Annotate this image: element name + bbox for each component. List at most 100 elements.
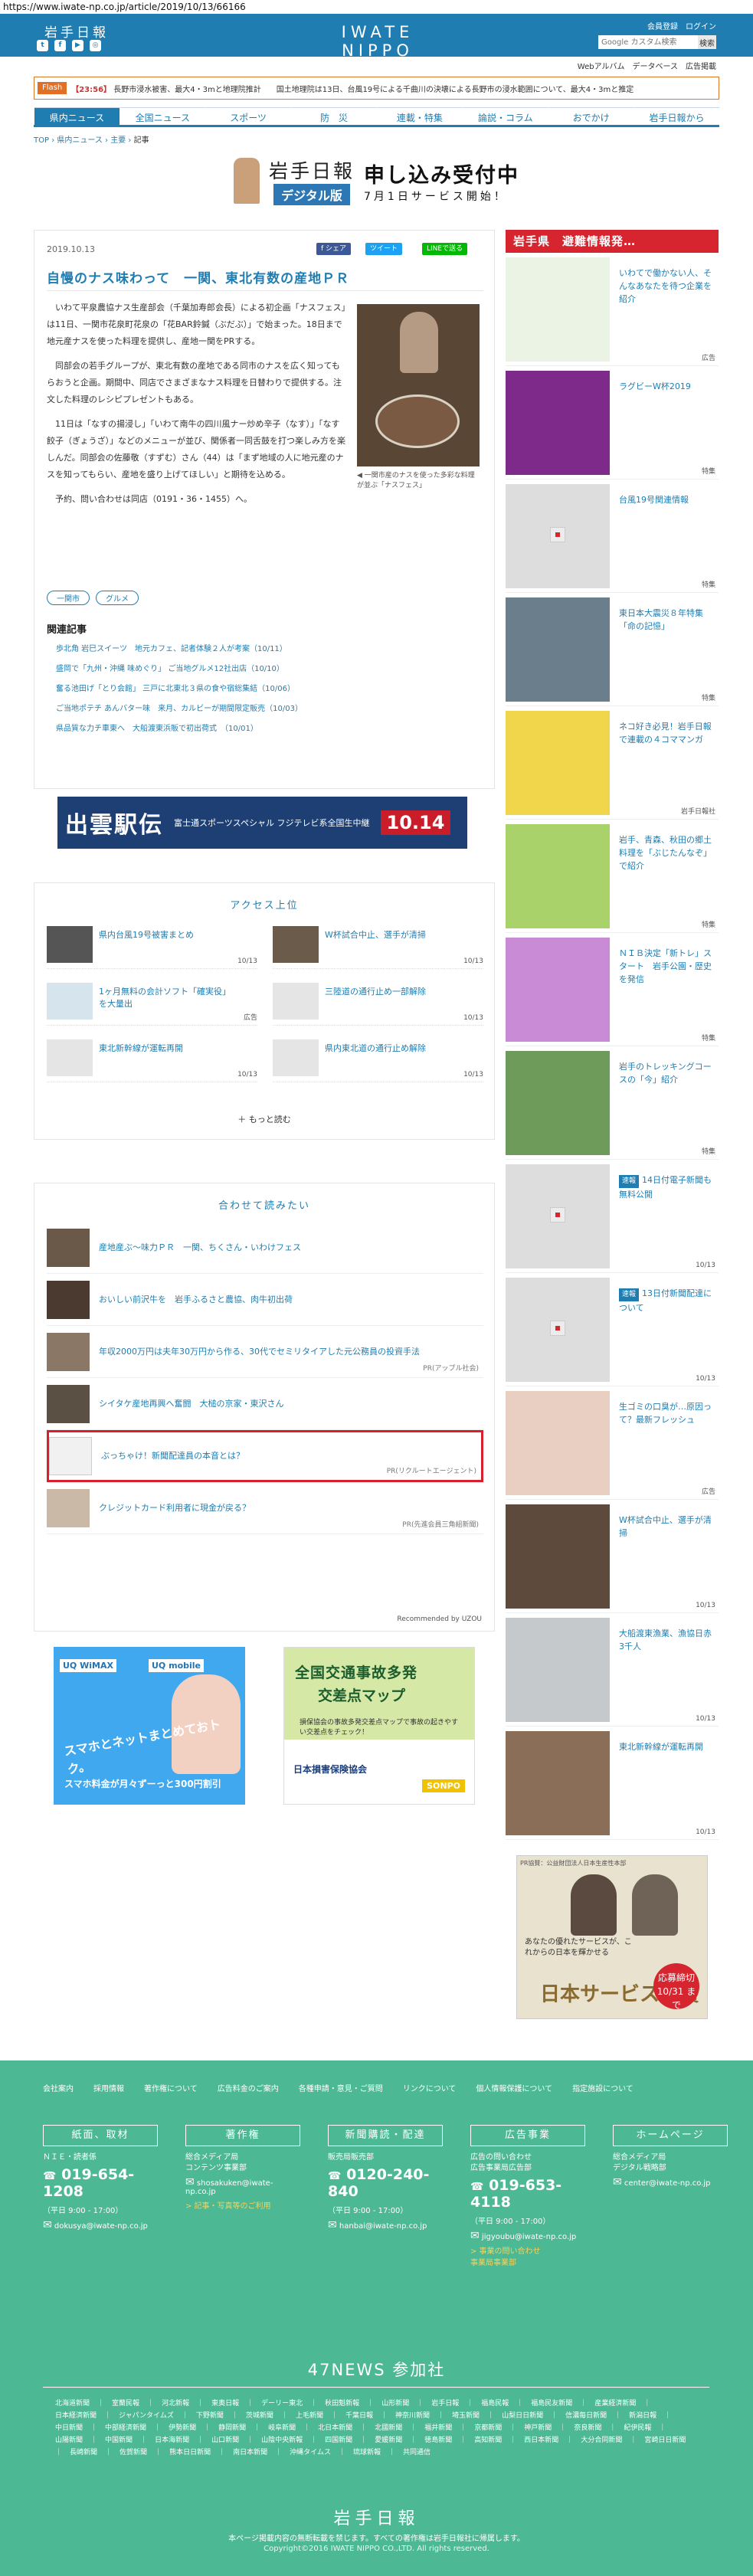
flash-news-ticker[interactable]: Flash 【23:56】 長野市浸水被害、最大4・3mと地理院推計 国土地理院…: [34, 77, 719, 100]
partner-paper-link[interactable]: 宮崎日日新聞: [644, 2434, 686, 2447]
partner-paper-link[interactable]: デーリー東北: [261, 2398, 303, 2410]
contact-mail[interactable]: jigyoubu@iwate-np.co.jp: [482, 2233, 576, 2241]
breadcrumb-main[interactable]: 主要: [110, 136, 126, 145]
youtube-icon[interactable]: ▶: [72, 40, 83, 51]
partner-paper-link[interactable]: 山梨日日新聞: [502, 2410, 543, 2422]
contact-subscription-button[interactable]: 新聞購読・配達: [328, 2125, 443, 2146]
partner-paper-link[interactable]: 西日本新聞: [524, 2434, 558, 2447]
partner-paper-link[interactable]: 静岡新聞: [218, 2422, 246, 2434]
partner-paper-link[interactable]: 神戸新聞: [524, 2422, 552, 2434]
partner-paper-link[interactable]: 琉球新報: [353, 2447, 381, 2459]
partner-paper-link[interactable]: 神奈川新聞: [395, 2410, 430, 2422]
footer-link[interactable]: 各種申請・意見・ご質問: [299, 2082, 383, 2093]
partner-paper-link[interactable]: 日本海新聞: [155, 2434, 189, 2447]
traffic-map-ad[interactable]: 全国交通事故多発 交差点マップ 損保協会の事故多発交差点マップで事故の起きやすい…: [283, 1647, 475, 1805]
partner-paper-link[interactable]: 新潟日報: [629, 2410, 656, 2422]
uzou-credit[interactable]: Recommended by UZOU: [397, 1615, 482, 1623]
partner-paper-link[interactable]: 福島民報: [481, 2398, 509, 2410]
sidebar-item[interactable]: ネコ好き必見！岩手日報で連載の４コママンガ 岩手日報社: [506, 706, 719, 820]
footer-link[interactable]: 採用情報: [93, 2082, 124, 2093]
partner-paper-link[interactable]: 岩手日報: [431, 2398, 459, 2410]
digital-edition-banner[interactable]: 岩手日報 デジタル版 申し込み受付中 7月1日サービス開始！: [161, 152, 592, 210]
partner-paper-link[interactable]: 山陰中央新報: [261, 2434, 303, 2447]
brand-name[interactable]: IWATE NIPPO: [301, 23, 454, 60]
search-button[interactable]: 検索: [698, 35, 716, 49]
contact-tel[interactable]: 019-653-4118: [470, 2177, 561, 2211]
partner-paper-link[interactable]: 中部経済新聞: [105, 2422, 146, 2434]
related-item[interactable]: 盛岡で「九州・沖縄 味めぐり」 ご当地グルメ12社出店（10/10）: [47, 660, 303, 679]
footer-link[interactable]: リンクについて: [403, 2082, 457, 2093]
copyright-usage-link[interactable]: > 記事・写真等のご利用: [185, 2199, 300, 2211]
sidebar-item[interactable]: 大船渡東漁業、漁協日赤3千人 10/13: [506, 1613, 719, 1727]
contact-copyright-button[interactable]: 著作権: [185, 2125, 300, 2146]
ranking-item[interactable]: 三陸道の通行止め一部解除 10/13: [273, 983, 483, 1026]
events-contact-link[interactable]: > 事業の問い合わせ 事業局事業部: [470, 2244, 585, 2267]
partner-paper-link[interactable]: 愛媛新聞: [375, 2434, 402, 2447]
partner-paper-link[interactable]: 南日本新聞: [233, 2447, 267, 2459]
partner-paper-link[interactable]: 信濃毎日新聞: [565, 2410, 607, 2422]
recommend-item[interactable]: おいしい前沢牛を 岩手ふるさと農協、肉牛初出荷: [47, 1274, 483, 1326]
partner-paper-link[interactable]: 茨城新聞: [246, 2410, 273, 2422]
partner-paper-link[interactable]: 高知新聞: [474, 2434, 502, 2447]
footer-logo[interactable]: 岩手日報: [0, 2505, 753, 2529]
sidebar-item[interactable]: ラグビーW杯2019 特集: [506, 366, 719, 480]
sidebar-item[interactable]: 岩手、青森、秋田の郷土料理を「ぶじたんなぞ」で紹介 特集: [506, 820, 719, 933]
nav-outing[interactable]: おでかけ: [548, 107, 634, 125]
sidebar-item[interactable]: W杯試合中止、選手が清掃 10/13: [506, 1500, 719, 1613]
partner-paper-link[interactable]: 産業経済新聞: [594, 2398, 636, 2410]
sidebar-item[interactable]: 速報 14日付電子新聞も無料公開 10/13: [506, 1160, 719, 1273]
facebook-icon[interactable]: f: [54, 40, 66, 51]
web-album-link[interactable]: Webアルバム: [578, 60, 625, 71]
contact-ad-button[interactable]: 広告事業: [470, 2125, 585, 2146]
partner-paper-link[interactable]: 四国新聞: [325, 2434, 352, 2447]
partner-paper-link[interactable]: 北日本新聞: [318, 2422, 352, 2434]
flash-text[interactable]: 【23:56】 長野市浸水被害、最大4・3mと地理院推計 国土地理院は13日、台…: [71, 83, 634, 94]
partner-paper-link[interactable]: 下野新聞: [196, 2410, 224, 2422]
recommend-item[interactable]: シイタケ産地再興へ奮闘 大槌の京家・東沢さん: [47, 1378, 483, 1430]
partner-paper-link[interactable]: 紀伊民報: [624, 2422, 651, 2434]
related-item[interactable]: 歩北角 岩巳スイーツ 地元カフェ、記者体験２人が考案（10/11）: [47, 640, 303, 660]
ranking-item[interactable]: W杯試合中止、選手が清掃 10/13: [273, 926, 483, 969]
related-item[interactable]: 奮る池田げ「とり会館」 三戸に北東北３県の食や宿総集結（10/06）: [47, 679, 303, 699]
sidebar-item[interactable]: 速報 13日付新聞配達について 10/13: [506, 1273, 719, 1386]
footer-link[interactable]: 会社案内: [43, 2082, 74, 2093]
read-more-button[interactable]: ＋ もっと読む: [34, 1113, 494, 1125]
partner-paper-link[interactable]: 徳島新聞: [424, 2434, 452, 2447]
partner-paper-link[interactable]: 山口新聞: [211, 2434, 239, 2447]
sidebar-item[interactable]: 生ゴミの口臭が…原因って？最新フレッシュ 広告: [506, 1386, 719, 1500]
nav-editorial[interactable]: 論説・コラム: [462, 107, 548, 125]
partner-paper-link[interactable]: 福島民友新聞: [531, 2398, 572, 2410]
partner-paper-link[interactable]: 長崎新聞: [70, 2447, 97, 2459]
sidebar-item[interactable]: いわてで働かない人、そんなあなたを待つ企業を紹介 広告: [506, 253, 719, 366]
contact-editorial-button[interactable]: 紙面、取材: [43, 2125, 158, 2146]
partner-paper-link[interactable]: 中国新聞: [105, 2434, 133, 2447]
nav-disaster[interactable]: 防 災: [290, 107, 377, 125]
sidebar-item[interactable]: 台風19号関連情報 特集: [506, 480, 719, 593]
partner-paper-link[interactable]: 福井新聞: [424, 2422, 452, 2434]
database-link[interactable]: データベース: [633, 60, 679, 71]
partner-paper-link[interactable]: 大分合同新聞: [581, 2434, 622, 2447]
nav-from-iwate-nippo[interactable]: 岩手日報から: [634, 107, 719, 125]
ekiden-banner[interactable]: 出雲駅伝 富士通スポーツスペシャル フジテレビ系全国生中継 10.14: [57, 797, 467, 849]
ranking-item[interactable]: 県内東北道の通行止め解除 10/13: [273, 1039, 483, 1082]
ranking-item[interactable]: 県内台風19号被害まとめ 10/13: [47, 926, 257, 969]
register-link[interactable]: 会員登録: [647, 20, 678, 31]
partner-paper-link[interactable]: 東奥日報: [211, 2398, 239, 2410]
breadcrumb-local[interactable]: 県内ニュース: [57, 136, 103, 145]
partner-paper-link[interactable]: 上毛新聞: [296, 2410, 323, 2422]
footer-link[interactable]: 広告料金のご案内: [218, 2082, 279, 2093]
tag-ichinoseki[interactable]: 一関市: [47, 591, 90, 605]
instagram-icon[interactable]: ◎: [90, 40, 101, 51]
service-award-ad[interactable]: PR協賛：公益財団法人日本生産性本部 あなたの優れたサービスが、これからの日本を…: [516, 1855, 708, 2019]
evacuation-info-header[interactable]: 岩手県 避難情報発…: [506, 230, 719, 253]
partner-paper-link[interactable]: 中日新聞: [55, 2422, 83, 2434]
sidebar-item[interactable]: 東日本大震災８年特集「命の記憶」 特集: [506, 593, 719, 706]
contact-homepage-button[interactable]: ホームページ: [613, 2125, 728, 2146]
partner-paper-link[interactable]: 共同通信: [403, 2447, 431, 2459]
site-logo[interactable]: 岩手日報: [44, 21, 109, 41]
recommend-item[interactable]: クレジットカード利用者に現金が戻る？ PR(先進会員三角組新聞): [47, 1482, 483, 1534]
contact-mail[interactable]: dokusya@iwate-np.co.jp: [54, 2222, 148, 2231]
nav-local-news[interactable]: 県内ニュース: [34, 107, 119, 125]
footer-link[interactable]: 指定施設について: [572, 2082, 634, 2093]
line-share-button[interactable]: LINEで送る: [422, 243, 468, 255]
